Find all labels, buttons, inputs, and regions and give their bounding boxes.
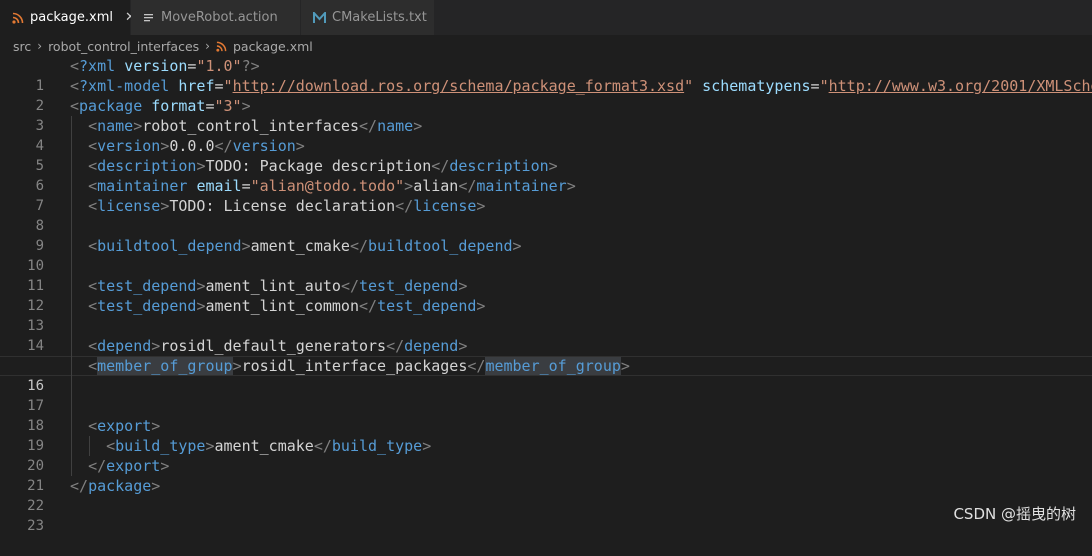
- schema-link[interactable]: http://download.ros.org/schema/package_f…: [233, 77, 685, 95]
- tag-name: description: [449, 157, 549, 175]
- indent-guide: [71, 376, 72, 396]
- tag-name: license: [413, 197, 477, 215]
- indent-guide: [71, 396, 72, 416]
- rss-icon: [12, 12, 24, 24]
- code-line[interactable]: 13 <test_depend>ament_lint_common</test_…: [0, 296, 1092, 334]
- tag-name: package: [88, 477, 152, 495]
- tag-name-highlighted: member_of_group: [97, 357, 233, 375]
- rss-icon: [216, 41, 227, 52]
- indent-guide: [71, 316, 72, 336]
- code-editor[interactable]: 1 <?xml version="1.0"?> 2 <?xml-model hr…: [0, 56, 1092, 534]
- element-text: robot_control_interfaces: [142, 117, 359, 135]
- code-line[interactable]: 2 <?xml-model href="http://download.ros.…: [0, 76, 1092, 114]
- attribute-name: href: [178, 77, 215, 95]
- element-text: ament_lint_common: [205, 297, 359, 315]
- attribute-name: format: [151, 97, 206, 115]
- code-line[interactable]: 21 </export>: [0, 456, 1092, 494]
- tab-package-xml[interactable]: package.xml ✕: [0, 0, 136, 35]
- attribute-value: "alian@todo.todo": [250, 177, 405, 195]
- tag-name: depend: [97, 337, 152, 355]
- lines-icon: [143, 12, 155, 24]
- attribute-name: schematypens: [702, 77, 811, 95]
- code-line[interactable]: 22 </package>: [0, 476, 1092, 514]
- tab-label: package.xml: [30, 10, 113, 25]
- code-line[interactable]: 10 <buildtool_depend>ament_cmake</buildt…: [0, 236, 1092, 274]
- tag-name: name: [377, 117, 414, 135]
- indent-guide: [71, 256, 72, 276]
- code-line[interactable]: 4 <name>robot_control_interfaces</name>: [0, 116, 1092, 154]
- tag-name: depend: [404, 337, 459, 355]
- tab-cmakelists-txt[interactable]: CMakeLists.txt: [301, 0, 435, 35]
- tab-moverobot-action[interactable]: MoveRobot.action: [131, 0, 301, 35]
- tag-name: export: [106, 457, 161, 475]
- code-line[interactable]: 8 <license>TODO: License declaration</li…: [0, 196, 1092, 234]
- element-text: rosidl_interface_packages: [241, 357, 468, 375]
- code-line[interactable]: 3 <package format="3">: [0, 96, 1092, 134]
- breadcrumb-item-file[interactable]: package.xml: [233, 39, 313, 54]
- m-icon: [313, 11, 326, 24]
- code-line[interactable]: 18: [0, 396, 1092, 434]
- code-line[interactable]: 11: [0, 256, 1092, 294]
- tag-name: description: [97, 157, 197, 175]
- tag-name: maintainer: [97, 177, 188, 195]
- tag-name: test_depend: [359, 277, 459, 295]
- attribute-value: "3": [214, 97, 242, 115]
- code-line[interactable]: 15 <depend>rosidl_default_generators</de…: [0, 336, 1092, 374]
- element-text: TODO: License declaration: [169, 197, 396, 215]
- xml-declaration: ?xml: [79, 57, 116, 75]
- tag-name: version: [232, 137, 296, 155]
- code-line[interactable]: 9: [0, 216, 1092, 254]
- tag-name: maintainer: [476, 177, 567, 195]
- tag-name: export: [97, 417, 152, 435]
- breadcrumb-item-src[interactable]: src: [13, 39, 31, 54]
- code-line[interactable]: 1 <?xml version="1.0"?>: [0, 56, 1092, 94]
- element-text: ament_cmake: [250, 237, 350, 255]
- tag-name: buildtool_depend: [368, 237, 513, 255]
- code-line[interactable]: 6 <description>TODO: Package description…: [0, 156, 1092, 194]
- xml-model-declaration: ?xml-model: [79, 77, 170, 95]
- code-line[interactable]: 5 <version>0.0.0</version>: [0, 136, 1092, 174]
- tab-label: CMakeLists.txt: [332, 10, 427, 25]
- code-line[interactable]: 23: [0, 496, 1092, 534]
- element-text: rosidl_default_generators: [160, 337, 387, 355]
- breadcrumb: src › robot_control_interfaces › package…: [0, 35, 1092, 57]
- watermark: CSDN @摇曳的树: [953, 505, 1076, 523]
- attribute-name: email: [196, 177, 242, 195]
- breadcrumb-item-folder[interactable]: robot_control_interfaces: [48, 39, 199, 54]
- schematypens-link[interactable]: http://www.w3.org/2001/XMLSche: [829, 77, 1092, 95]
- attribute-value: "1.0": [196, 57, 242, 75]
- element-text: TODO: Package description: [205, 157, 432, 175]
- tag-name: license: [97, 197, 161, 215]
- indent-guide: [71, 216, 72, 236]
- code-line[interactable]: 12 <test_depend>ament_lint_auto</test_de…: [0, 276, 1092, 314]
- tag-name: test_depend: [97, 277, 197, 295]
- tag-name-highlighted: member_of_group: [485, 357, 621, 375]
- tab-label: MoveRobot.action: [161, 10, 278, 25]
- code-line[interactable]: 20 <build_type>ament_cmake</build_type>: [0, 436, 1092, 474]
- chevron-right-icon: ›: [205, 39, 210, 53]
- chevron-right-icon: ›: [37, 39, 43, 53]
- tag-name: buildtool_depend: [97, 237, 242, 255]
- tag-name: package: [79, 97, 143, 115]
- code-line-current[interactable]: 16 <member_of_group>rosidl_interface_pac…: [0, 356, 1092, 394]
- declaration-end: ?>: [241, 57, 260, 75]
- code-line[interactable]: 17: [0, 376, 1092, 414]
- element-text: ament_lint_auto: [205, 277, 341, 295]
- line-number: 23: [27, 518, 44, 534]
- tag-name: name: [97, 117, 134, 135]
- tag-name: test_depend: [97, 297, 197, 315]
- code-line[interactable]: 7 <maintainer email="alian@todo.todo">al…: [0, 176, 1092, 214]
- tag-name: build_type: [115, 437, 206, 455]
- element-text: 0.0.0: [169, 137, 215, 155]
- attribute-name: version: [124, 57, 188, 75]
- tag-name: build_type: [331, 437, 423, 455]
- editor-tab-bar: package.xml ✕ MoveRobot.action CMakeList…: [0, 0, 1092, 35]
- code-line[interactable]: 19 <export>: [0, 416, 1092, 454]
- tag-name: version: [97, 137, 161, 155]
- code-line[interactable]: 14: [0, 316, 1092, 354]
- tag-name: test_depend: [377, 297, 477, 315]
- element-text: alian: [413, 177, 459, 195]
- element-text: ament_cmake: [214, 437, 314, 455]
